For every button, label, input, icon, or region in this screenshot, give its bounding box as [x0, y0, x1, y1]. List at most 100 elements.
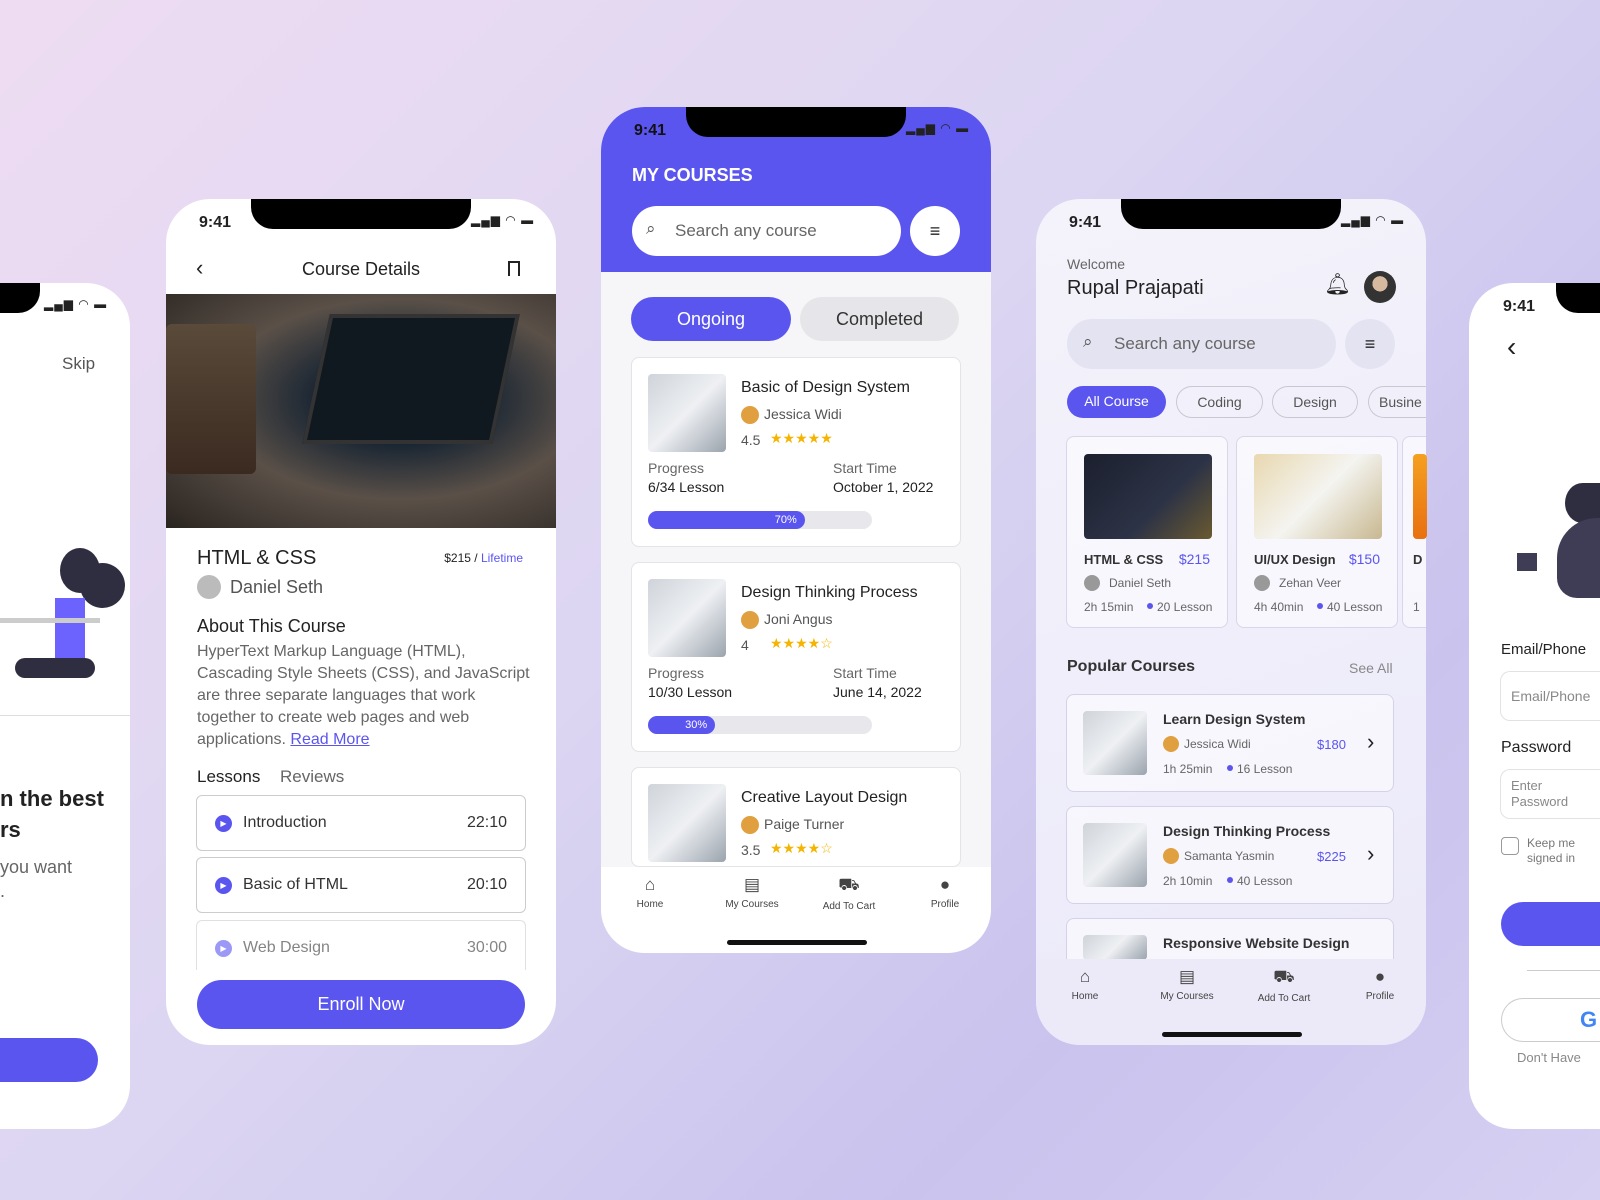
email-field[interactable]: Email/Phone — [1500, 671, 1600, 721]
price-term: Lifetime — [480, 551, 523, 565]
chevron-right-icon[interactable]: › — [1367, 841, 1374, 867]
featured-course-card[interactable]: UI/UX Design $150 Zehan Veer 40 Lesson 4h… — [1236, 436, 1398, 628]
home-screen: 9:41 ▂▄▆ ◠ ▬ Welcome Rupal Prajapati 🔔︎ … — [1036, 199, 1427, 1045]
rating: 3.5 — [741, 842, 761, 858]
cart-icon: ⛟ — [838, 875, 860, 894]
nav-profile[interactable]: ● Profile — [905, 875, 985, 910]
lesson-time: 30:00 — [466, 939, 507, 956]
email-placeholder: Email/Phone — [1511, 688, 1591, 704]
password-field[interactable]: Enter Password — [1500, 769, 1600, 819]
popular-course-item[interactable]: Design Thinking Process Samanta Yasmin $… — [1066, 806, 1394, 904]
lesson-item[interactable]: ▶ Introduction 22:10 — [196, 795, 526, 851]
author-avatar — [197, 575, 221, 599]
rating: 4 — [741, 637, 749, 653]
progress-label: Progress — [648, 460, 705, 476]
keep-signed-in-label: Keep me signed in — [1527, 836, 1576, 865]
course-title: D — [1413, 552, 1423, 567]
course-title: Design Thinking Process — [741, 584, 918, 601]
tab-ongoing[interactable]: Ongoing — [631, 297, 791, 341]
chip-all-course[interactable]: All Course — [1067, 386, 1166, 418]
cart-icon: ⛟ — [1273, 967, 1295, 986]
filter-button[interactable]: ≡ — [1345, 319, 1395, 369]
nav-home[interactable]: ⌂ Home — [610, 875, 690, 910]
lesson-item[interactable]: ▶ Basic of HTML 20:10 — [196, 857, 526, 913]
course-card[interactable]: Creative Layout Design Paige Turner 3.5 … — [631, 767, 961, 867]
course-thumbnail — [1254, 454, 1382, 539]
read-more-link[interactable]: Read More — [290, 731, 369, 748]
tab-reviews[interactable]: Reviews — [280, 767, 344, 787]
nav-home[interactable]: ⌂ Home — [1045, 967, 1125, 1002]
lesson-time: 22:10 — [466, 814, 507, 831]
back-icon[interactable]: ‹ — [1507, 331, 1516, 363]
progress-label: Progress — [648, 665, 705, 681]
course-hero-image — [166, 294, 556, 528]
home-indicator — [1162, 1032, 1302, 1037]
login-button[interactable] — [1501, 902, 1600, 946]
lessons-count: 40 Lesson — [1327, 600, 1383, 614]
progress-fill: 30% — [648, 716, 716, 734]
course-price: $215 — [1178, 551, 1210, 567]
chevron-right-icon[interactable]: › — [1367, 729, 1374, 755]
nav-cart[interactable]: ⛟ Add To Cart — [1244, 967, 1324, 1004]
nav-profile[interactable]: ● Profile — [1340, 967, 1420, 1002]
price-separator: / — [470, 551, 481, 565]
nav-my-courses[interactable]: ▤ My Courses — [712, 875, 792, 910]
chip-coding[interactable]: Coding — [1176, 386, 1263, 418]
see-all-link[interactable]: See All — [1349, 660, 1393, 676]
author-avatar — [1084, 575, 1100, 591]
notch — [1556, 283, 1600, 313]
notification-bell-icon[interactable]: 🔔︎ — [1324, 273, 1351, 297]
user-name: Rupal Prajapati — [1067, 277, 1204, 299]
enroll-now-button[interactable]: Enroll Now — [197, 980, 525, 1029]
course-title: Creative Layout Design — [741, 789, 908, 806]
course-thumbnail — [1083, 711, 1147, 775]
status-time: 9:41 — [634, 122, 667, 139]
dot — [1227, 877, 1233, 883]
lesson-name: Introduction — [243, 814, 327, 831]
google-button[interactable]: G — [1501, 998, 1600, 1042]
lessons-count: 20 Lesson — [1157, 600, 1213, 614]
search-icon: ⌕ — [646, 219, 656, 238]
nav-label: My Courses — [725, 899, 779, 910]
course-duration: 2h 15min — [1084, 600, 1134, 614]
nav-label: Profile — [1365, 991, 1395, 1002]
course-title: Learn Design System — [1163, 711, 1306, 727]
status-time: 9:41 — [1069, 214, 1102, 231]
document-icon: ▤ — [1178, 967, 1196, 986]
featured-course-card[interactable]: D1 — [1402, 436, 1427, 628]
price: $215 — [444, 551, 471, 565]
password-placeholder: Enter Password — [1511, 778, 1569, 809]
progress-value: 6/34 Lesson — [648, 479, 725, 495]
featured-course-card[interactable]: HTML & CSS $215 Daniel Seth 20 Lesson 2h … — [1066, 436, 1228, 628]
search-input[interactable]: ⌕ Search any course — [632, 206, 901, 256]
status-icons: ▂▄▆ ◠ ▬ — [44, 297, 108, 311]
tab-lessons[interactable]: Lessons — [197, 767, 260, 787]
search-input[interactable]: ⌕ Search any course — [1067, 319, 1336, 369]
document-icon: ▤ — [743, 875, 761, 894]
nav-label: Profile — [930, 899, 960, 910]
lessons-count: 16 Lesson — [1237, 762, 1293, 776]
course-thumbnail — [648, 579, 726, 657]
chip-business[interactable]: Busine — [1368, 386, 1426, 418]
divider — [1527, 970, 1600, 971]
status-icons: ▂▄▆ ◠ ▬ — [1341, 213, 1405, 227]
nav-cart[interactable]: ⛟ Add To Cart — [809, 875, 889, 912]
course-price: $180 — [1317, 737, 1346, 752]
course-card[interactable]: Basic of Design System Jessica Widi 4.5 … — [631, 357, 961, 547]
tab-completed[interactable]: Completed — [800, 297, 959, 341]
skip-button[interactable]: Skip — [62, 354, 95, 374]
nav-label: Home — [636, 899, 664, 910]
course-duration: 2h 10min — [1163, 874, 1213, 888]
popular-course-item[interactable]: Responsive Website Design — [1066, 918, 1394, 960]
chip-design[interactable]: Design — [1272, 386, 1358, 418]
course-card[interactable]: Design Thinking Process Joni Angus 4 ★★★… — [631, 562, 961, 752]
filter-button[interactable]: ≡ — [910, 206, 960, 256]
avatar[interactable] — [1364, 271, 1396, 303]
next-button[interactable] — [0, 1038, 98, 1082]
keep-signed-in-checkbox[interactable] — [1501, 837, 1519, 855]
popular-course-item[interactable]: Learn Design System Jessica Widi $180 › … — [1066, 694, 1394, 792]
status-icons: ▂▄▆ ◠ ▬ — [471, 213, 535, 227]
bookmark-icon[interactable] — [508, 261, 520, 276]
nav-my-courses[interactable]: ▤ My Courses — [1147, 967, 1227, 1002]
lesson-item[interactable]: ▶ Web Design 30:00 — [196, 920, 526, 970]
